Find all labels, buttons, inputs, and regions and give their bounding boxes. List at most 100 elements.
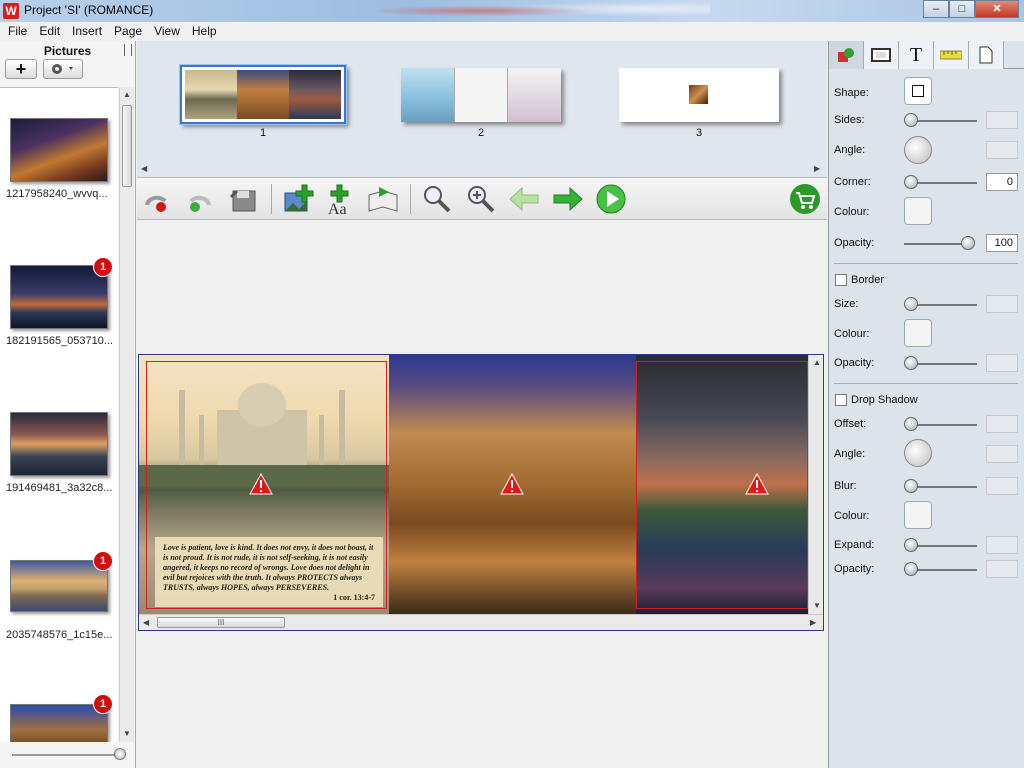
sides-value[interactable] (986, 111, 1018, 129)
slider-knob[interactable] (904, 417, 918, 431)
angle-value[interactable] (986, 141, 1018, 159)
shadow-angle-value[interactable] (986, 445, 1018, 463)
border-opacity-value[interactable] (986, 354, 1018, 372)
low-resolution-warning-icon[interactable] (249, 473, 273, 495)
picture-thumbnail[interactable] (10, 560, 108, 612)
panel-grip-icon[interactable] (124, 44, 132, 56)
spread-horizontal-scrollbar[interactable]: ◀ III ▶ (139, 614, 823, 630)
border-opacity-slider[interactable] (913, 363, 977, 365)
shadow-colour-swatch[interactable] (904, 501, 932, 529)
angle-dial[interactable] (904, 136, 932, 164)
scroll-thumb[interactable] (122, 105, 132, 187)
corner-slider[interactable] (913, 182, 977, 184)
slider-knob[interactable] (961, 236, 975, 250)
pictures-panel: Pictures + 1217958240_wvvq... 1 18219156… (0, 41, 136, 768)
add-text-icon[interactable]: Aa (325, 183, 357, 215)
app-icon: W (3, 3, 19, 19)
shadow-offset-slider[interactable] (913, 424, 977, 426)
add-page-icon[interactable] (367, 183, 399, 215)
low-resolution-warning-icon[interactable] (745, 473, 769, 495)
play-icon[interactable] (595, 183, 627, 215)
opacity-value[interactable]: 100 (986, 234, 1018, 252)
zoom-out-icon[interactable] (421, 183, 453, 215)
colour-swatch[interactable] (904, 197, 932, 225)
low-resolution-warning-icon[interactable] (500, 473, 524, 495)
picture-thumbnail[interactable] (10, 412, 108, 476)
tab-shapes[interactable] (829, 41, 864, 69)
drop-shadow-checkbox[interactable] (835, 394, 847, 406)
scroll-thumb[interactable]: III (157, 617, 285, 628)
spread-vertical-scrollbar[interactable]: ▲ ▼ (808, 355, 823, 614)
sides-slider[interactable] (913, 120, 977, 122)
tab-frame[interactable] (864, 41, 899, 69)
maximize-button[interactable]: □ (949, 0, 975, 18)
menu-page[interactable]: Page (108, 22, 148, 41)
order-cart-icon[interactable] (789, 183, 821, 215)
add-picture-icon[interactable] (282, 183, 314, 215)
menu-edit[interactable]: Edit (33, 22, 66, 41)
slider-knob[interactable] (904, 297, 918, 311)
warning-badge: 1 (93, 257, 113, 277)
menu-file[interactable]: File (2, 22, 33, 41)
pictures-scrollbar[interactable]: ▲ ▼ (119, 87, 134, 742)
shadow-opacity-value[interactable] (986, 560, 1018, 578)
scroll-down-icon[interactable]: ▼ (813, 601, 821, 610)
picture-thumbnail[interactable] (10, 265, 108, 329)
shadow-opacity-slider[interactable] (913, 569, 977, 571)
picture-options-button[interactable] (43, 59, 83, 79)
page-thumbnail-1[interactable] (179, 64, 347, 125)
shadow-expand-slider[interactable] (913, 545, 977, 547)
divider (834, 263, 1018, 264)
scroll-up-icon[interactable]: ▲ (123, 90, 131, 99)
border-checkbox[interactable] (835, 274, 847, 286)
picture-thumbnail[interactable] (10, 118, 108, 182)
next-page-icon[interactable] (552, 183, 584, 215)
slider-knob[interactable] (904, 113, 918, 127)
window-title: Project 'SI' (ROMANCE) (24, 3, 154, 17)
border-size-slider[interactable] (913, 304, 977, 306)
slider-knob[interactable] (904, 175, 918, 189)
scroll-left-icon[interactable]: ◀ (141, 164, 147, 173)
slider-knob[interactable] (114, 748, 126, 760)
menu-view[interactable]: View (148, 22, 186, 41)
menu-insert[interactable]: Insert (66, 22, 108, 41)
tab-page[interactable] (969, 41, 1004, 69)
border-colour-swatch[interactable] (904, 319, 932, 347)
zoom-in-icon[interactable] (465, 183, 497, 215)
shadow-expand-value[interactable] (986, 536, 1018, 554)
tab-text[interactable]: T (899, 41, 934, 69)
page-thumbnail-2[interactable] (401, 68, 561, 122)
scroll-right-icon[interactable]: ▶ (810, 618, 816, 627)
add-picture-button[interactable]: + (5, 59, 37, 79)
scroll-right-icon[interactable]: ▶ (814, 164, 820, 173)
previous-page-icon[interactable] (508, 183, 540, 215)
shadow-offset-value[interactable] (986, 415, 1018, 433)
redo-icon[interactable] (183, 183, 215, 215)
scroll-up-icon[interactable]: ▲ (813, 358, 821, 367)
menu-help[interactable]: Help (186, 22, 223, 41)
slider-knob[interactable] (904, 562, 918, 576)
slider-knob[interactable] (904, 479, 918, 493)
shadow-blur-slider[interactable] (913, 486, 977, 488)
corner-value[interactable]: 0 (986, 173, 1018, 191)
minimize-button[interactable]: – (923, 0, 949, 18)
save-icon[interactable] (227, 183, 259, 215)
toolbar-separator (271, 184, 272, 214)
scroll-down-icon[interactable]: ▼ (123, 729, 131, 738)
thumbnail-size-slider[interactable] (12, 754, 122, 756)
tab-ruler[interactable] (934, 41, 969, 69)
shadow-angle-dial[interactable] (904, 439, 932, 467)
shadow-blur-label: Blur: (834, 480, 857, 492)
picture-thumbnail[interactable] (10, 704, 108, 742)
page-thumbnail-3[interactable] (619, 68, 779, 122)
undo-icon[interactable] (141, 183, 173, 215)
close-button[interactable]: ✕ (975, 0, 1019, 18)
shadow-blur-value[interactable] (986, 477, 1018, 495)
page-strip-scrollbar[interactable]: ◀ ▶ (137, 161, 827, 176)
slider-knob[interactable] (904, 356, 918, 370)
slider-knob[interactable] (904, 538, 918, 552)
opacity-slider[interactable] (904, 243, 968, 245)
shape-picker-button[interactable] (904, 77, 932, 105)
scroll-left-icon[interactable]: ◀ (143, 618, 149, 627)
border-size-value[interactable] (986, 295, 1018, 313)
